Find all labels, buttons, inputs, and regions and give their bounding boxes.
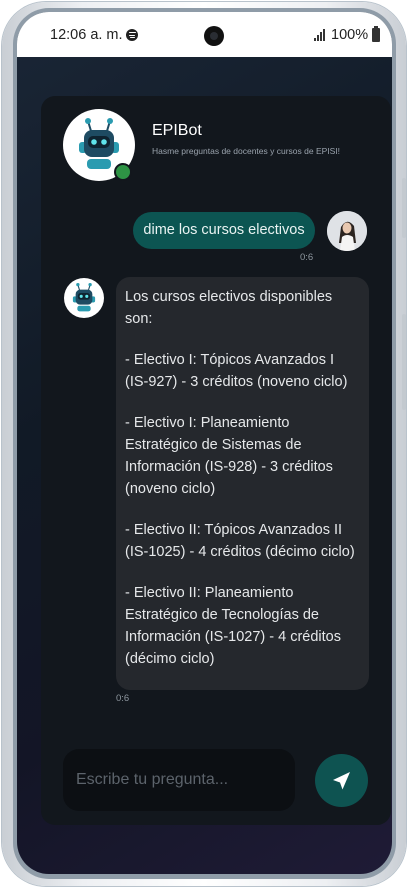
robot-icon [72,283,96,312]
send-button[interactable] [315,754,368,807]
volume-button [402,178,406,238]
bot-message-bubble: Los cursos electivos disponibles son: - … [116,277,369,690]
bot-message-paragraph: Los cursos electivos disponibles son: [125,289,333,327]
spotify-icon [126,29,138,41]
bot-message-paragraph: - Electivo I: Planeamiento Estratégico d… [125,415,333,497]
screen: 12:06 a. m. 100% EPIBot Hasme preguntas … [17,12,392,874]
status-bar: 12:06 a. m. 100% [17,12,392,57]
bot-message-time: 0:6 [116,693,130,704]
battery-icon [372,26,380,42]
chat-card: EPIBot Hasme preguntas de docentes y cur… [41,96,391,825]
bot-message-avatar [64,278,104,318]
bot-message-paragraph: - Electivo II: Tópicos Avanzados II (IS-… [125,522,355,560]
online-status-dot [114,163,132,181]
battery-percent: 100% [331,27,369,43]
camera-cutout [204,26,224,46]
status-time: 12:06 a. m. [50,27,123,43]
question-input[interactable] [63,749,295,811]
bot-subtitle: Hasme preguntas de docentes y cursos de … [152,146,341,156]
user-message-time: 0:6 [300,252,314,263]
user-avatar [327,211,367,251]
bot-name: EPIBot [152,122,202,139]
bot-message-paragraph: - Electivo I: Tópicos Avanzados I (IS-92… [125,352,348,390]
signal-icon [314,29,327,41]
power-button [402,314,406,410]
user-photo [327,211,367,251]
bot-message-paragraph: - Electivo II: Planeamiento Estratégico … [125,585,341,667]
send-icon [333,772,350,790]
user-message-bubble: dime los cursos electivos [133,212,315,249]
